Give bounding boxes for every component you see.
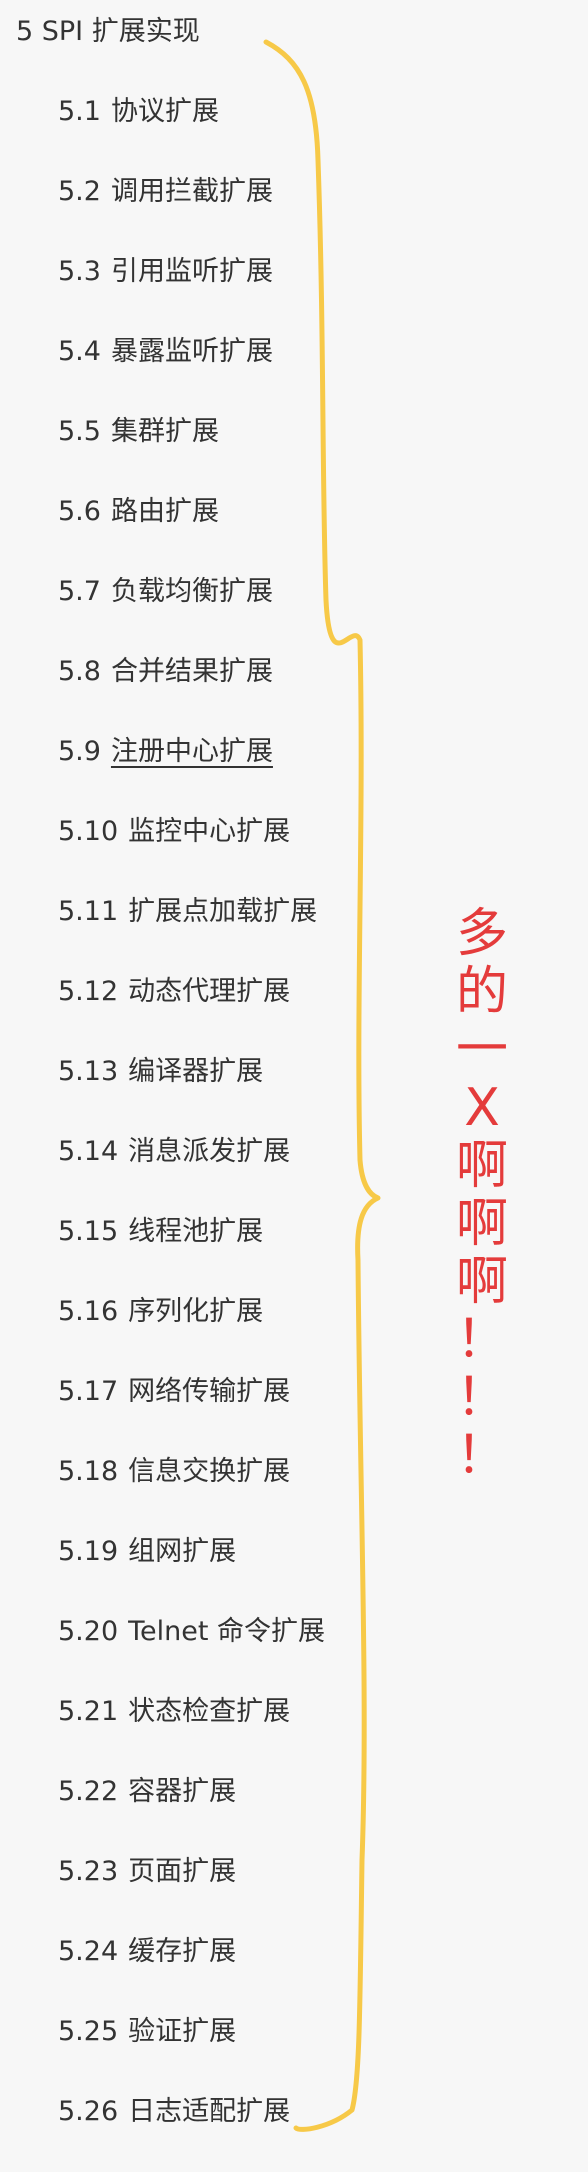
toc-list: 5.1 协议扩展 5.2 调用拦截扩展 5.3 引用监听扩展 5.4 暴露监听扩展 5.5 集群扩… [58, 92, 325, 2172]
toc-item[interactable]: 5.14 消息派发扩展 [58, 1132, 325, 1212]
toc-item-number: 5.19 [58, 1536, 119, 1567]
toc-item-label: 日志适配扩展 [128, 2096, 291, 2127]
toc-item[interactable]: 5.7 负载均衡扩展 [58, 572, 325, 652]
toc-item-label: 网络传输扩展 [128, 1376, 291, 1407]
toc-item[interactable]: 5.11 扩展点加载扩展 [58, 892, 325, 972]
toc-item-label: 负载均衡扩展 [110, 576, 273, 607]
toc-item-label: 扩展点加载扩展 [128, 896, 318, 927]
toc-item-number: 5.20 [58, 1616, 119, 1647]
toc-item[interactable]: 5.4 暴露监听扩展 [58, 332, 325, 412]
toc-item-label: 集群扩展 [110, 416, 219, 447]
toc-item[interactable]: 5.8 合并结果扩展 [58, 652, 325, 732]
toc-item-number: 5.15 [58, 1216, 119, 1247]
toc-item-label: 引用监听扩展 [110, 256, 273, 287]
toc-item-label: 容器扩展 [128, 1776, 237, 1807]
toc-item[interactable]: 5.15 线程池扩展 [58, 1212, 325, 1292]
toc-item-label: 线程池扩展 [128, 1216, 264, 1247]
toc-item-number: 5.24 [58, 1936, 119, 1967]
toc-item-label: 信息交换扩展 [128, 1456, 291, 1487]
toc-item-label: 动态代理扩展 [128, 976, 291, 1007]
toc-item-label: 页面扩展 [128, 1856, 237, 1887]
toc-item[interactable]: 5.18 信息交换扩展 [58, 1452, 325, 1532]
toc-item-label: 注册中心扩展 [110, 736, 273, 767]
toc-item[interactable]: 5.12 动态代理扩展 [58, 972, 325, 1052]
toc-item[interactable]: 5.23 页面扩展 [58, 1852, 325, 1932]
toc-item[interactable]: 5.20 Telnet 命令扩展 [58, 1612, 325, 1692]
annotation-char: ！ [455, 1368, 508, 1428]
toc-item-number: 5.9 [58, 736, 101, 767]
toc-item-label: 状态检查扩展 [128, 1696, 291, 1727]
toc-item-number: 5.7 [58, 576, 101, 607]
toc-item-number: 5.13 [58, 1056, 119, 1087]
toc-item[interactable]: 5.13 编译器扩展 [58, 1052, 325, 1132]
annotation-char: 的 [455, 962, 508, 1022]
annotation-char: 啊 [455, 1194, 508, 1254]
toc-item[interactable]: 5.25 验证扩展 [58, 2012, 325, 2092]
toc-item-label: 序列化扩展 [128, 1296, 264, 1327]
annotation-char: 多 [455, 904, 508, 964]
annotation-char: 一 [455, 1020, 508, 1080]
annotation-char: 啊 [455, 1252, 508, 1312]
annotation-char: ！ [455, 1426, 508, 1486]
toc-item[interactable]: 5.6 路由扩展 [58, 492, 325, 572]
toc-section-title[interactable]: 5 SPI 扩展实现 [16, 12, 200, 52]
toc-item-label: 调用拦截扩展 [110, 176, 273, 207]
toc-item-label: 消息派发扩展 [128, 1136, 291, 1167]
toc-item-number: 5.18 [58, 1456, 119, 1487]
toc-item-number: 5.5 [58, 416, 101, 447]
toc-item[interactable]: 5.9 注册中心扩展 [58, 732, 325, 812]
toc-item-label: Telnet 命令扩展 [128, 1616, 326, 1647]
toc-item-number: 5.11 [58, 896, 119, 927]
toc-item-number: 5.8 [58, 656, 101, 687]
toc-item-label: 组网扩展 [128, 1536, 237, 1567]
toc-item-number: 5.25 [58, 2016, 119, 2047]
toc-item[interactable]: 5.16 序列化扩展 [58, 1292, 325, 1372]
annotation-char: ！ [455, 1310, 508, 1370]
toc-item-number: 5.2 [58, 176, 101, 207]
annotation-char: X [464, 1078, 500, 1138]
toc-item-number: 5.16 [58, 1296, 119, 1327]
toc-item-label: 编译器扩展 [128, 1056, 264, 1087]
toc-item[interactable]: 5.3 引用监听扩展 [58, 252, 325, 332]
toc-item-number: 5.22 [58, 1776, 119, 1807]
toc-item[interactable]: 5.26 日志适配扩展 [58, 2092, 325, 2172]
toc-item-number: 5.6 [58, 496, 101, 527]
toc-item-number: 5.3 [58, 256, 101, 287]
annotation-char: 啊 [455, 1136, 508, 1196]
toc-item-number: 5.12 [58, 976, 119, 1007]
toc-item[interactable]: 5.10 监控中心扩展 [58, 812, 325, 892]
toc-item[interactable]: 5.19 组网扩展 [58, 1532, 325, 1612]
toc-item[interactable]: 5.1 协议扩展 [58, 92, 325, 172]
toc-item-number: 5.23 [58, 1856, 119, 1887]
toc-item-number: 5.4 [58, 336, 101, 367]
toc-item[interactable]: 5.24 缓存扩展 [58, 1932, 325, 2012]
toc-item-number: 5.10 [58, 816, 119, 847]
toc-item[interactable]: 5.17 网络传输扩展 [58, 1372, 325, 1452]
toc-item-number: 5.17 [58, 1376, 119, 1407]
toc-item-label: 监控中心扩展 [128, 816, 291, 847]
toc-item[interactable]: 5.5 集群扩展 [58, 412, 325, 492]
toc-item-label: 验证扩展 [128, 2016, 237, 2047]
toc-item-label: 协议扩展 [110, 96, 219, 127]
toc-item-label: 合并结果扩展 [110, 656, 273, 687]
toc-item-label: 缓存扩展 [128, 1936, 237, 1967]
handwritten-annotation: 多的一 X 啊啊啊！！！ [452, 905, 512, 1485]
toc-item-label: 路由扩展 [110, 496, 219, 527]
toc-item-number: 5.1 [58, 96, 101, 127]
toc-item-label: 暴露监听扩展 [110, 336, 273, 367]
toc-item-number: 5.21 [58, 1696, 119, 1727]
toc-item-number: 5.26 [58, 2096, 119, 2127]
toc-item[interactable]: 5.21 状态检查扩展 [58, 1692, 325, 1772]
toc-item-number: 5.14 [58, 1136, 119, 1167]
toc-item[interactable]: 5.2 调用拦截扩展 [58, 172, 325, 252]
toc-item[interactable]: 5.22 容器扩展 [58, 1772, 325, 1852]
